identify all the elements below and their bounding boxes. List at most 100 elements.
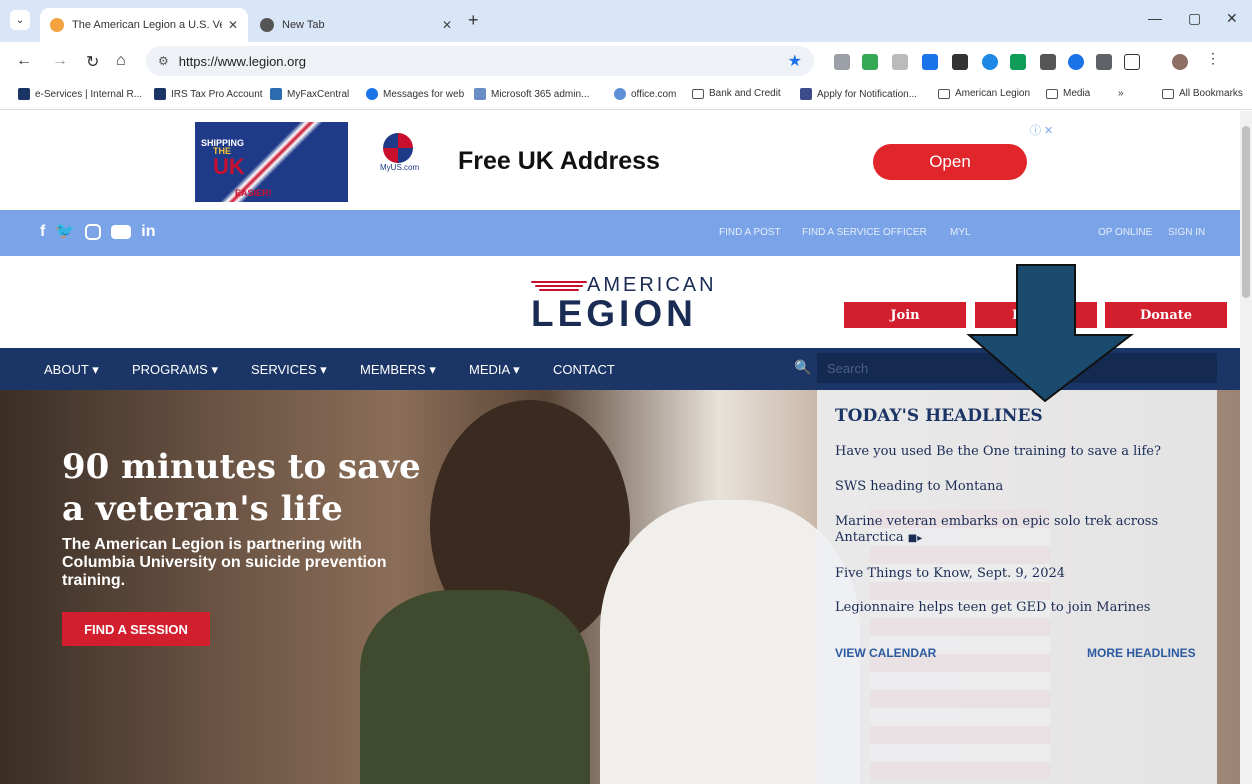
ad-close-icon[interactable]: ⓘ ✕ [1030,122,1053,138]
minimize-icon[interactable]: — [1148,10,1162,26]
fax-icon [270,88,282,100]
headline-link[interactable]: SWS heading to Montana [835,479,1195,495]
bookmarks-overflow-icon[interactable]: » [1118,88,1124,99]
caret-down-icon: ▾ [320,362,327,377]
headlines-title: TODAY'S HEADLINES [835,406,1043,426]
bookmark-myfax[interactable]: MyFaxCentral [270,88,349,100]
nav-about[interactable]: ABOUT ▾ [44,362,99,378]
find-session-button[interactable]: FIND A SESSION [62,612,210,646]
bookmark-folder-media[interactable]: Media [1046,88,1090,99]
office-icon [614,88,626,100]
extension-icon[interactable] [892,54,908,70]
nav-media[interactable]: MEDIA ▾ [469,362,520,378]
hero-title: 90 minutes to save a veteran's life [62,447,421,529]
tab-title: New Tab [282,19,325,31]
page-scrollbar[interactable] [1240,111,1252,784]
twitter-icon[interactable]: 🐦 [55,221,75,243]
join-button[interactable]: Join [844,302,966,328]
search-icon[interactable]: 🔍 [794,359,811,376]
sign-in-link[interactable]: SIGN IN [1168,227,1205,238]
extension-icon[interactable] [1040,54,1056,70]
utility-bar: f 🐦 in FIND A POST FIND A SERVICE OFFICE… [0,210,1240,256]
extension-icon[interactable] [922,54,938,70]
todays-headlines-panel: TODAY'S HEADLINES Have you used Be the O… [817,390,1217,784]
shield-icon [800,88,812,100]
social-links: f 🐦 in [40,221,155,243]
nav-contact[interactable]: CONTACT [553,362,615,377]
youtube-icon[interactable] [111,225,132,239]
myus-logo-icon [383,133,413,163]
facebook-icon[interactable]: f [40,221,45,243]
folder-icon [938,88,950,99]
extension-icon[interactable] [834,54,850,70]
folder-icon [1162,88,1174,99]
profile-avatar-icon[interactable] [1172,54,1188,70]
ad-banner[interactable]: SHIPPING THE UK EASIER! MyUS.com Free UK… [0,111,1240,210]
drive-icon[interactable] [862,54,878,70]
bookmark-irs[interactable]: IRS Tax Pro Account [154,88,263,100]
find-a-post-link[interactable]: FIND A POST [719,227,781,238]
extension-icon[interactable] [1096,54,1112,70]
bookmark-office[interactable]: office.com [614,88,676,100]
nav-programs[interactable]: PROGRAMS ▾ [132,362,218,378]
flag-stripes-icon [531,281,587,293]
more-headlines-link[interactable]: MORE HEADLINES [1087,646,1196,660]
bookmark-eservices[interactable]: e-Services | Internal R... [18,88,142,100]
microsoft-icon [474,88,486,100]
shop-online-link[interactable]: OP ONLINE [1098,227,1152,238]
bookmark-m365[interactable]: Microsoft 365 admin... [474,88,589,100]
headline-link[interactable]: Legionnaire helps teen get GED to join M… [835,600,1195,616]
home-icon[interactable]: ⌂ [116,52,126,70]
nav-members[interactable]: MEMBERS ▾ [360,362,436,378]
extension-icon[interactable] [952,54,968,70]
maximize-icon[interactable]: ▢ [1188,10,1201,27]
american-legion-logo[interactable]: AMERICAN LEGION [531,274,721,334]
bookmark-apply[interactable]: Apply for Notification... [800,88,917,100]
url-text: https://www.legion.org [178,53,306,69]
ad-image[interactable]: SHIPPING THE UK EASIER! [195,122,348,202]
mylegion-link[interactable]: MYL [950,227,971,238]
bookmark-star-icon[interactable]: ★ [788,51,802,71]
headline-link[interactable]: Marine veteran embarks on epic solo trek… [835,514,1195,547]
ad-headline[interactable]: Free UK Address [458,147,660,176]
bookmark-messages[interactable]: Messages for web [366,88,464,100]
linkedin-icon[interactable]: in [141,221,155,243]
instagram-icon[interactable] [85,224,102,240]
bookmark-folder-bank[interactable]: Bank and Credit [692,88,781,99]
back-icon[interactable]: ← [16,52,32,70]
hero-photo-shape [360,590,590,784]
headline-link[interactable]: Five Things to Know, Sept. 9, 2024 [835,566,1195,582]
tab-search-icon[interactable]: ⌄ [10,10,30,30]
menu-kebab-icon[interactable]: ⋮ [1206,50,1220,66]
close-icon[interactable]: ✕ [442,18,452,32]
site-info-icon[interactable]: ⚙ [158,54,169,68]
ad-brand-logo[interactable]: MyUS.com [380,133,419,179]
caret-down-icon: ▾ [513,362,520,377]
reload-icon[interactable]: ↻ [86,52,99,72]
bookmark-folder-legion[interactable]: American Legion [938,88,1030,99]
bookmark-folder-all[interactable]: All Bookmarks [1162,88,1243,99]
tab-new-tab[interactable]: New Tab ✕ [250,8,462,42]
caret-down-icon: ▾ [92,362,99,377]
extension-icon[interactable] [1010,54,1026,70]
address-bar[interactable]: ⚙ https://www.legion.org ★ [146,46,814,76]
new-tab-icon[interactable]: + [468,10,479,31]
bookmarks-bar: e-Services | Internal R... IRS Tax Pro A… [0,80,1252,110]
extensions-puzzle-icon[interactable] [1124,54,1140,70]
headline-link[interactable]: Have you used Be the One training to sav… [835,444,1195,460]
tab-american-legion[interactable]: The American Legion a U.S. Veterans ✕ [40,8,248,42]
legion-favicon-icon [50,18,64,32]
window-close-icon[interactable]: ✕ [1226,10,1238,27]
view-calendar-link[interactable]: VIEW CALENDAR [835,646,936,660]
scrollbar-thumb[interactable] [1242,126,1250,298]
hero-subtitle: The American Legion is partnering with C… [62,536,387,589]
extension-icon[interactable] [982,54,998,70]
forward-icon[interactable]: → [52,52,68,70]
close-icon[interactable]: ✕ [228,18,238,32]
nav-services[interactable]: SERVICES ▾ [251,362,327,378]
find-service-officer-link[interactable]: FIND A SERVICE OFFICER [802,227,927,238]
folder-icon [1046,88,1058,99]
tab-strip: ⌄ The American Legion a U.S. Veterans ✕ … [0,0,1252,42]
extension-icon[interactable] [1068,54,1084,70]
ad-open-button[interactable]: Open [873,144,1027,180]
